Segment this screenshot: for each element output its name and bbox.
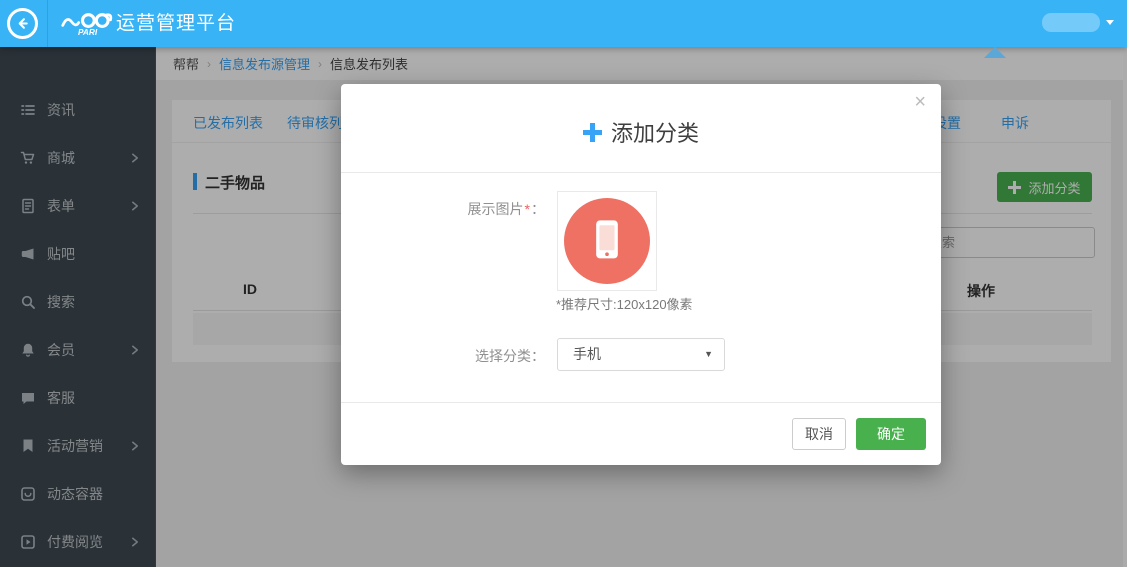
category-select[interactable]: 手机 ▼: [557, 338, 725, 371]
image-size-hint: *推荐尺寸:120x120像素: [556, 294, 693, 313]
user-menu-caret-icon[interactable]: [1106, 20, 1114, 25]
plus-icon: [583, 123, 602, 142]
required-asterisk: *: [525, 201, 530, 217]
select-category-label: 选择分类：: [341, 346, 545, 366]
modal-title: 添加分类: [611, 116, 699, 148]
confirm-button[interactable]: 确定: [856, 418, 926, 450]
display-image-label: 展示图片*：: [341, 199, 545, 219]
modal-footer: 取消 确定: [341, 402, 941, 465]
user-name-redacted[interactable]: [1042, 13, 1100, 32]
chevron-down-icon: ▼: [704, 339, 713, 370]
close-icon[interactable]: ×: [914, 92, 926, 112]
category-image-preview: [564, 198, 650, 284]
label-colon: ：: [531, 201, 545, 217]
phone-icon: [581, 215, 633, 267]
arrow-left-icon: [15, 16, 30, 31]
field-label-text: 选择分类: [475, 348, 531, 364]
app-logo: PARI: [60, 4, 114, 49]
top-header-bar: PARI 运营管理平台: [0, 0, 1127, 47]
header-divider: [47, 0, 48, 47]
label-colon: ：: [531, 348, 545, 364]
svg-text:PARI: PARI: [78, 27, 98, 37]
category-select-value: 手机: [573, 339, 601, 370]
app-title: 运营管理平台: [116, 0, 236, 47]
field-label-text: 展示图片: [468, 201, 524, 217]
user-popover-arrow-icon: [984, 47, 1006, 58]
cancel-button[interactable]: 取消: [792, 418, 846, 450]
back-button[interactable]: [7, 8, 38, 39]
image-upload-box[interactable]: [557, 191, 657, 291]
add-category-modal: 添加分类 × 展示图片*： *推荐尺寸:120x120像素 选择分类： 手机 ▼…: [341, 84, 941, 465]
modal-header: 添加分类 ×: [341, 84, 941, 173]
